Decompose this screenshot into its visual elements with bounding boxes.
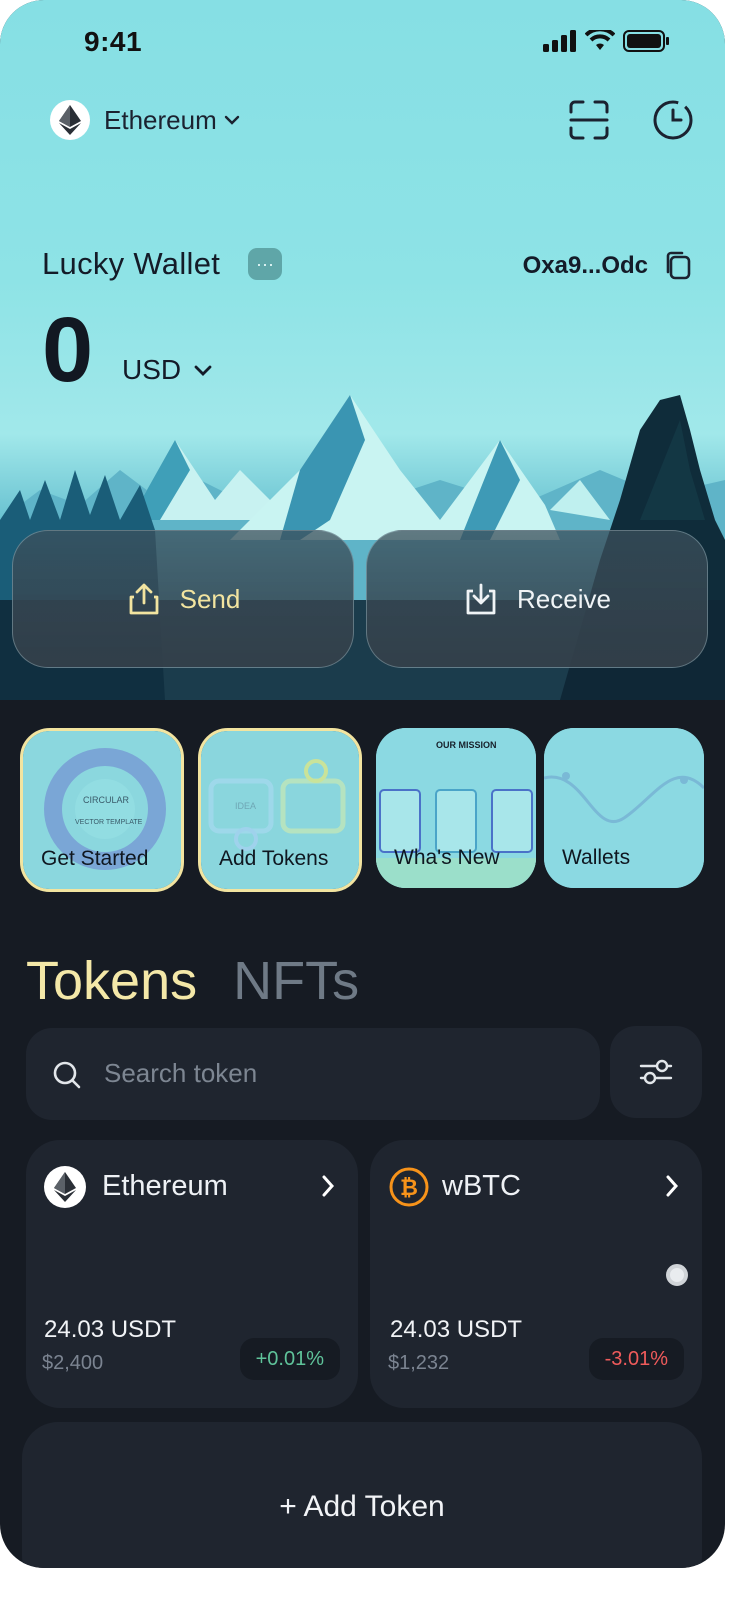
story-label: Get Started — [41, 847, 149, 870]
status-icons — [543, 30, 669, 52]
send-button[interactable]: Send — [12, 530, 354, 668]
token-change-value: +0.01% — [255, 1347, 324, 1370]
app-screen: 9:41 Ethereum Lucky Wallet ··· Oxa9...Od… — [0, 0, 725, 1568]
scan-icon[interactable] — [567, 98, 611, 142]
floating-dot-handle[interactable] — [666, 1264, 688, 1286]
share-upload-icon — [129, 583, 159, 615]
chevron-right-icon — [666, 1175, 679, 1197]
add-token-button[interactable]: + Add Token — [22, 1422, 702, 1568]
tab-tokens[interactable]: Tokens — [26, 950, 197, 1012]
token-name: Ethereum — [102, 1170, 228, 1202]
status-bar: 9:41 — [0, 0, 725, 80]
wallet-name: Lucky Wallet — [42, 246, 221, 281]
send-label: Send — [179, 583, 241, 614]
token-amount: 24.03 USDT — [44, 1316, 177, 1343]
status-time: 9:41 — [84, 26, 143, 57]
add-token-label: + Add Token — [279, 1490, 445, 1523]
story-add-tokens[interactable]: IDEA Add Tokens — [198, 728, 362, 892]
chevron-down-icon — [194, 365, 212, 376]
story-thumb-title: IDEA — [235, 801, 257, 811]
filter-button[interactable] — [610, 1026, 702, 1118]
ethereum-logo-icon — [50, 100, 90, 140]
svg-text:₿: ₿ — [400, 1176, 418, 1201]
ethereum-logo-icon — [44, 1166, 86, 1208]
wallet-address: Oxa9...Odc — [522, 252, 648, 279]
token-usd-value: $1,232 — [388, 1352, 450, 1374]
signal-icon — [543, 30, 576, 52]
story-label: Add Tokens — [219, 847, 329, 870]
search-placeholder: Search token — [104, 1058, 258, 1088]
chevron-down-icon — [224, 115, 239, 125]
story-thumb-title: CIRCULAR — [83, 795, 130, 805]
copy-icon[interactable] — [664, 250, 692, 280]
stories-carousel: CIRCULAR VECTOR TEMPLATE Get Started IDE… — [20, 728, 725, 892]
story-label: Wallets — [562, 846, 631, 869]
wallet-menu-button[interactable]: ··· — [248, 248, 282, 280]
receive-button[interactable]: Receive — [366, 530, 708, 668]
token-amount: 24.03 USDT — [390, 1316, 523, 1343]
token-card-wbtc[interactable]: ₿ wBTC 24.03 USDT $1,232 -3.01% — [370, 1140, 702, 1408]
token-usd-value: $2,400 — [42, 1352, 104, 1374]
wifi-icon — [585, 30, 615, 50]
balance-amount: 0 — [42, 299, 94, 401]
token-name: wBTC — [442, 1170, 521, 1202]
search-icon — [53, 1061, 81, 1089]
chevron-right-icon — [322, 1175, 335, 1197]
tab-nfts[interactable]: NFTs — [233, 950, 359, 1012]
asset-tabs: Tokens NFTs — [26, 950, 359, 1012]
wallet-header: Lucky Wallet ··· Oxa9...Odc — [42, 246, 692, 286]
network-selector[interactable]: Ethereum — [50, 100, 241, 140]
header-actions — [567, 98, 695, 142]
story-label: Wha's New — [394, 846, 500, 869]
token-card-ethereum[interactable]: Ethereum 24.03 USDT $2,400 +0.01% — [26, 1140, 358, 1408]
story-whats-new[interactable]: OUR MISSION Wha's New — [376, 728, 536, 888]
currency-label: USD — [122, 354, 182, 385]
token-change-value: -3.01% — [604, 1347, 668, 1370]
currency-selector[interactable]: USD — [122, 354, 213, 386]
story-thumb-subtitle: VECTOR TEMPLATE — [75, 819, 143, 826]
token-change-badge: +0.01% — [239, 1338, 340, 1380]
network-name: Ethereum — [104, 104, 217, 135]
bitcoin-logo-icon: ₿ — [389, 1167, 429, 1207]
receive-label: Receive — [517, 583, 611, 614]
search-input[interactable]: Search token — [26, 1028, 600, 1120]
story-thumb-title: OUR MISSION — [436, 740, 497, 750]
history-clock-icon[interactable] — [651, 98, 695, 142]
story-wallets[interactable]: Wallets — [544, 728, 704, 888]
token-change-badge: -3.01% — [588, 1338, 684, 1380]
download-icon — [466, 583, 496, 615]
more-dots-icon: ··· — [256, 253, 274, 274]
sliders-filter-icon — [639, 1059, 673, 1085]
battery-icon — [623, 30, 669, 52]
story-get-started[interactable]: CIRCULAR VECTOR TEMPLATE Get Started — [20, 728, 184, 892]
